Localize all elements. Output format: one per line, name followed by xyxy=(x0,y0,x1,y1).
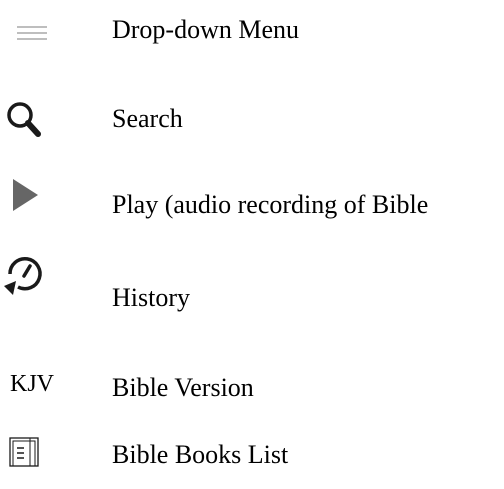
legend-row-search: Search xyxy=(0,94,504,144)
legend-label-bible-version: Bible Version xyxy=(112,373,254,402)
legend-label-bible-books-list: Bible Books List xyxy=(112,440,289,469)
legend-label-search: Search xyxy=(112,104,183,133)
kjv-version-label: KJV xyxy=(0,360,80,410)
legend-row-bible-books-list: Bible Books List xyxy=(0,430,504,480)
legend-row-bible-version: KJV Bible Version xyxy=(0,360,504,410)
legend-row-play: Play (audio recording of Bible xyxy=(0,175,504,225)
legend-row-history: History xyxy=(0,250,504,312)
legend-row-dropdown-menu: Drop-down Menu xyxy=(0,8,504,58)
legend-label-dropdown-menu: Drop-down Menu xyxy=(112,15,300,44)
book-list-icon xyxy=(0,430,80,480)
history-icon xyxy=(0,250,80,300)
kjv-icon-text: KJV xyxy=(10,371,55,397)
hamburger-menu-icon xyxy=(0,8,80,58)
legend-label-history: History xyxy=(112,283,190,312)
play-icon xyxy=(0,175,80,225)
search-icon xyxy=(0,94,80,144)
legend-label-play: Play (audio recording of Bible xyxy=(112,190,429,219)
